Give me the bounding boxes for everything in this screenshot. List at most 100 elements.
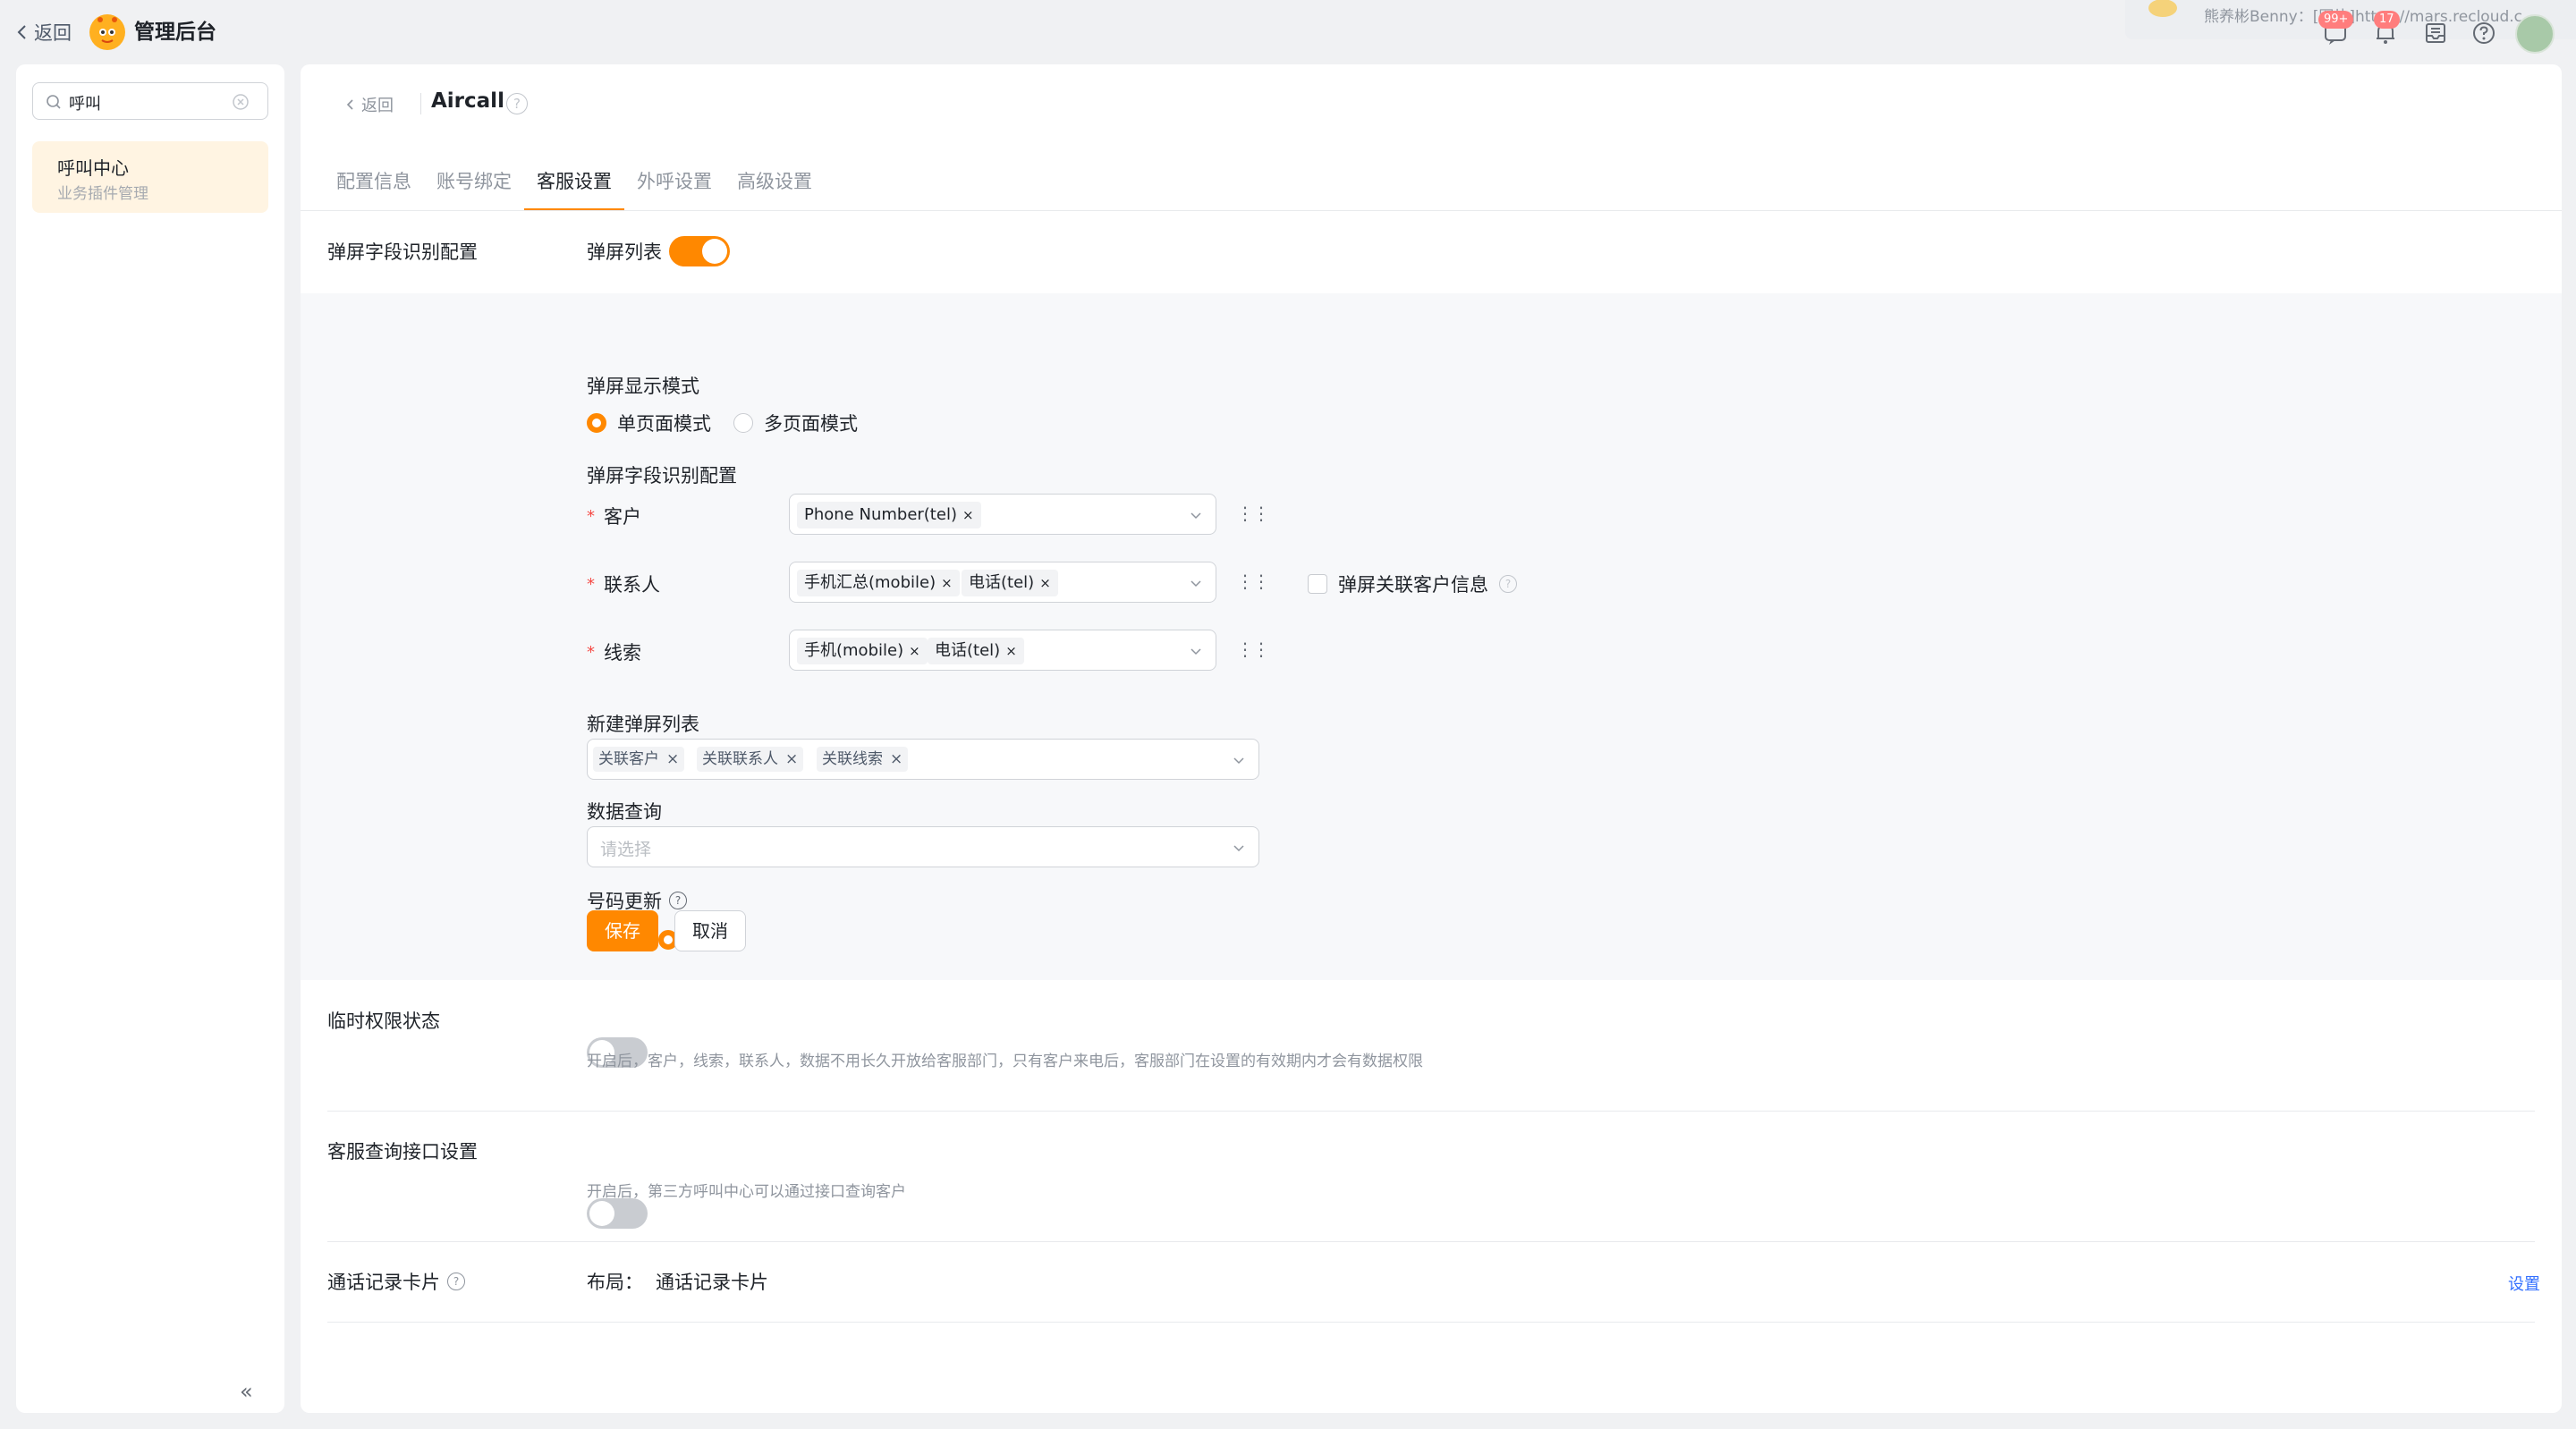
call-card-help-icon[interactable]: ? <box>447 1273 465 1290</box>
sidebar-search-input[interactable]: 呼叫 <box>32 82 268 120</box>
popup-list-toggle[interactable] <box>669 236 730 266</box>
field-config-label: 弹屏字段识别配置 <box>587 465 737 486</box>
sidebar-item-call-center[interactable]: 呼叫中心 业务插件管理 <box>32 141 268 213</box>
call-card-label: 通话记录卡片 <box>327 1272 440 1293</box>
query-api-desc: 开启后，第三方呼叫中心可以通过接口查询客户 <box>587 1183 906 1201</box>
layout-value: 通话记录卡片 <box>656 1272 768 1293</box>
chevron-down-icon <box>1191 648 1201 655</box>
help-icon <box>2473 22 2495 44</box>
app-logo <box>89 14 125 50</box>
bee-small-icon <box>2148 0 2177 17</box>
lead-field-select[interactable]: 手机(mobile) × 电话(tel) × <box>789 630 1216 671</box>
cancel-button[interactable]: 取消 <box>674 910 746 951</box>
remove-tag-icon[interactable]: × <box>890 750 902 768</box>
temp-permission-desc: 开启后，客户，线索，联系人，数据不用长久开放给客服部门，只有客户来电后，客服部门… <box>587 1053 1423 1070</box>
clear-icon[interactable] <box>232 93 250 111</box>
tag-chip-label: 电话(tel) <box>935 641 1001 660</box>
new-list-select[interactable]: 关联客户 × 关联联系人 × 关联线索 × <box>587 739 1259 780</box>
breadcrumb-divider <box>420 93 421 114</box>
title-help-icon[interactable]: ? <box>506 93 528 114</box>
remove-tag-icon[interactable]: × <box>666 750 679 768</box>
tag-chip: 关联客户 × <box>593 747 685 772</box>
tag-chip: Phone Number(tel) × <box>797 502 981 528</box>
data-query-placeholder: 请选择 <box>600 840 652 859</box>
chevron-left-icon <box>17 25 26 39</box>
remove-tag-icon[interactable]: × <box>962 507 974 523</box>
drag-handle-icon[interactable]: ⋮⋮ <box>1236 572 1270 590</box>
bee-logo-icon <box>94 17 121 47</box>
top-bar: 返回 管理后台 熊养彬Benny：[图片]https://mars.reclou… <box>0 0 2576 64</box>
remove-tag-icon[interactable]: × <box>909 643 920 659</box>
required-mark: * <box>587 574 595 594</box>
breadcrumb-back-label: 返回 <box>361 97 394 115</box>
tab-account-binding[interactable]: 账号绑定 <box>424 163 524 211</box>
tag-chip-label: Phone Number(tel) <box>804 505 957 524</box>
tab-config-info[interactable]: 配置信息 <box>324 163 424 211</box>
remove-tag-icon[interactable]: × <box>941 575 953 591</box>
related-help-icon[interactable]: ? <box>1499 575 1517 593</box>
mode-multi-label: 多页面模式 <box>764 413 858 435</box>
chevron-down-icon <box>1191 512 1201 520</box>
tag-chip: 关联线索 × <box>817 747 909 772</box>
data-query-select[interactable]: 请选择 <box>587 826 1259 867</box>
tag-chip-label: 关联客户 <box>598 750 659 768</box>
remove-tag-icon[interactable]: × <box>785 750 798 768</box>
popup-section-label: 弹屏字段识别配置 <box>327 241 478 263</box>
inbox-button[interactable] <box>2422 20 2449 47</box>
required-mark: * <box>587 642 595 662</box>
mode-multi-option[interactable]: 多页面模式 <box>733 410 858 436</box>
tag-chip-label: 关联线索 <box>822 750 883 768</box>
sidebar-search-value: 呼叫 <box>69 95 101 114</box>
tab-outbound-settings[interactable]: 外呼设置 <box>624 163 724 211</box>
top-back-label: 返回 <box>34 22 72 44</box>
call-card-layout: 布局： 通话记录卡片 <box>587 1268 768 1295</box>
search-icon <box>47 95 61 109</box>
user-avatar[interactable] <box>2515 14 2555 54</box>
field-label: 联系人 <box>604 574 660 596</box>
sidebar-item-subtitle: 业务插件管理 <box>57 185 148 203</box>
field-customer-label: * 客户 <box>587 503 641 529</box>
mode-single-option[interactable]: 单页面模式 <box>587 410 711 436</box>
customer-field-select[interactable]: Phone Number(tel) × <box>789 494 1216 535</box>
related-customer-checkbox[interactable]: 弹屏关联客户信息 ? <box>1308 571 1517 597</box>
tab-bar: 配置信息 账号绑定 客服设置 外呼设置 高级设置 <box>324 163 825 211</box>
required-mark: * <box>587 506 595 526</box>
tag-chip: 电话(tel) × <box>928 638 1024 664</box>
divider <box>327 1322 2535 1323</box>
breadcrumb-back-button[interactable]: 返回 <box>345 93 394 116</box>
tabs-divider <box>301 210 2562 211</box>
new-list-label: 新建弹屏列表 <box>587 714 699 735</box>
tag-chip: 手机汇总(mobile) × <box>797 570 960 596</box>
message-badge: 99+ <box>2318 11 2354 29</box>
top-back-button[interactable]: 返回 <box>16 18 72 47</box>
save-button[interactable]: 保存 <box>587 910 658 951</box>
chevron-down-icon <box>1233 845 1244 852</box>
display-mode-label: 弹屏显示模式 <box>587 376 699 397</box>
query-api-toggle[interactable] <box>587 1198 648 1229</box>
main-panel: 返回 Aircall ? 配置信息 账号绑定 客服设置 外呼设置 高级设置 弹屏… <box>301 64 2562 1413</box>
divider <box>327 1241 2535 1242</box>
field-contact-label: * 联系人 <box>587 571 660 597</box>
field-label: 客户 <box>604 506 641 528</box>
mode-single-label: 单页面模式 <box>617 413 711 435</box>
collapse-sidebar-icon[interactable]: « <box>240 1379 253 1404</box>
call-card-settings-link[interactable]: 设置 <box>2508 1272 2540 1295</box>
popup-config-panel: 弹屏显示模式 单页面模式 多页面模式 弹屏字段识别配置 * 客户 Phone N… <box>301 293 2562 980</box>
number-update-help-icon[interactable]: ? <box>669 892 687 909</box>
chevron-down-icon <box>1191 580 1201 588</box>
help-button[interactable] <box>2470 20 2497 47</box>
chevron-left-icon <box>346 99 353 110</box>
tab-advanced-settings[interactable]: 高级设置 <box>724 163 825 211</box>
tag-chip: 关联联系人 × <box>697 747 804 772</box>
contact-field-select[interactable]: 手机汇总(mobile) × 电话(tel) × <box>789 562 1216 603</box>
tab-service-settings[interactable]: 客服设置 <box>524 163 624 211</box>
remove-tag-icon[interactable]: × <box>1005 643 1017 659</box>
drag-handle-icon[interactable]: ⋮⋮ <box>1236 504 1270 522</box>
toggle-knob <box>589 1201 614 1226</box>
tag-chip: 手机(mobile) × <box>797 638 928 664</box>
temp-permission-label: 临时权限状态 <box>327 1010 440 1032</box>
drag-handle-icon[interactable]: ⋮⋮ <box>1236 640 1270 658</box>
radio-selected <box>587 413 606 433</box>
remove-tag-icon[interactable]: × <box>1039 575 1051 591</box>
layout-prefix: 布局： <box>587 1272 643 1293</box>
